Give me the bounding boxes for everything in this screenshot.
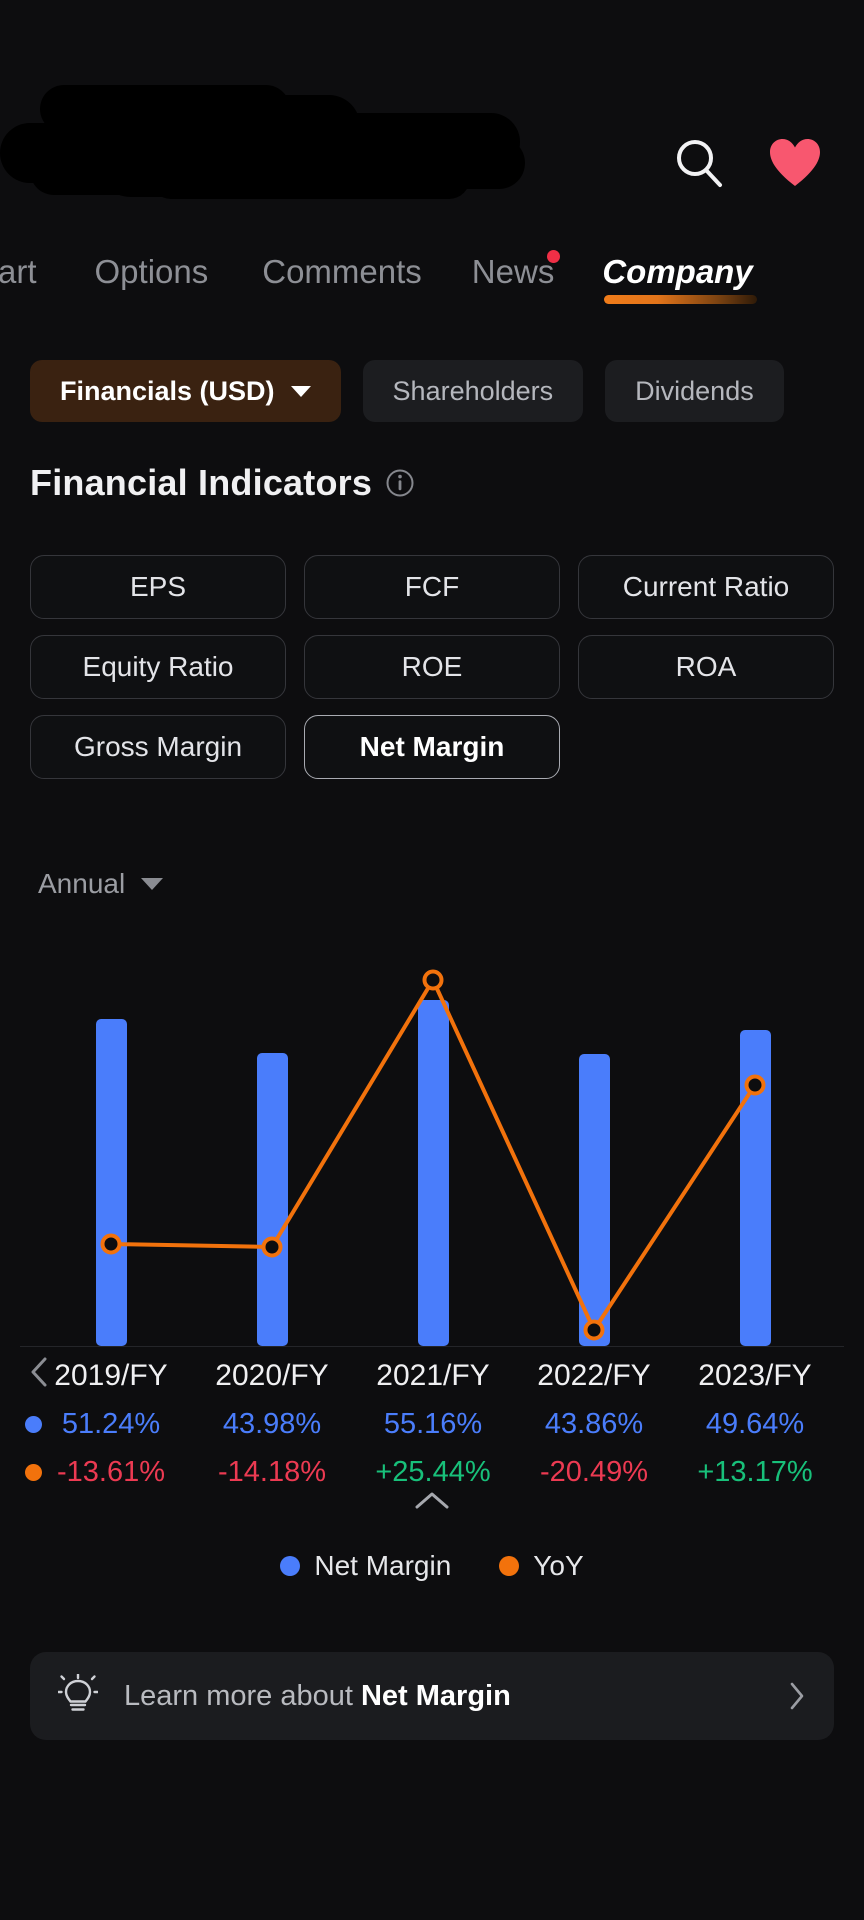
tab-options-label: Options bbox=[94, 253, 209, 290]
tab-chart[interactable]: art bbox=[0, 250, 37, 294]
tab-options[interactable]: Options bbox=[95, 250, 209, 294]
yoy-cell-2022: -20.49% bbox=[539, 1456, 648, 1488]
legend-item-net-margin[interactable]: Net Margin bbox=[280, 1550, 451, 1582]
indicator-roa[interactable]: ROA bbox=[578, 635, 834, 699]
learn-more-text: Learn more about Net Margin bbox=[124, 1680, 511, 1713]
net-margin-cell-2021: 55.16% bbox=[383, 1408, 483, 1440]
yoy-point-2020 bbox=[261, 1236, 283, 1258]
chart-canvas bbox=[96, 969, 771, 1346]
subtab-dividends[interactable]: Dividends bbox=[605, 360, 784, 422]
chart-baseline bbox=[20, 1346, 844, 1347]
indicator-equity-ratio-label: Equity Ratio bbox=[82, 651, 234, 682]
yoy-point-2019 bbox=[100, 1233, 122, 1255]
page-title: Financial Indicators bbox=[30, 462, 414, 504]
yoy-point-2023 bbox=[744, 1074, 766, 1096]
year-cell-2023: 2023/FY bbox=[698, 1359, 812, 1392]
lightbulb-icon bbox=[57, 1673, 99, 1718]
subtab-shareholders-label: Shareholders bbox=[392, 375, 554, 406]
bar-2022 bbox=[579, 1054, 610, 1346]
indicator-eps[interactable]: EPS bbox=[30, 555, 286, 619]
subtab-financials-label: Financials (USD) bbox=[60, 375, 275, 406]
learn-more-card[interactable]: Learn more about Net Margin bbox=[30, 1652, 834, 1740]
year-cell-2019: 2019/FY bbox=[54, 1359, 168, 1392]
net-margin-cell-2022: 43.86% bbox=[544, 1408, 644, 1440]
heart-icon[interactable] bbox=[768, 138, 822, 188]
table-row-yoy: -13.61% -14.18% +25.44% -20.49% +13.17% bbox=[0, 1448, 864, 1496]
net-margin-chart[interactable] bbox=[0, 940, 864, 1360]
indicator-gross-margin[interactable]: Gross Margin bbox=[30, 715, 286, 779]
chevron-up-icon[interactable] bbox=[414, 1490, 450, 1512]
indicator-gross-margin-label: Gross Margin bbox=[73, 731, 243, 762]
chevron-down-icon bbox=[141, 878, 164, 890]
indicator-current-ratio[interactable]: Current Ratio bbox=[578, 555, 834, 619]
table-row-net-margin: 51.24% 43.98% 55.16% 43.86% 49.64% bbox=[0, 1400, 864, 1448]
bar-2021 bbox=[418, 1000, 449, 1346]
yoy-cell-2020: -14.18% bbox=[217, 1456, 326, 1488]
subtab-dividends-label: Dividends bbox=[635, 375, 754, 406]
tab-comments[interactable]: Comments bbox=[262, 250, 422, 294]
yoy-point-2022 bbox=[583, 1319, 605, 1341]
learn-more-prefix: Learn more about bbox=[124, 1679, 361, 1712]
chart-data-table: 2019/FY 2020/FY 2021/FY 2022/FY 2023/FY … bbox=[0, 1352, 864, 1496]
indicator-net-margin[interactable]: Net Margin bbox=[304, 715, 560, 779]
tab-news[interactable]: News bbox=[471, 250, 561, 294]
yoy-cell-2021: +25.44% bbox=[375, 1456, 491, 1488]
tab-comments-label: Comments bbox=[262, 253, 422, 290]
indicator-roe[interactable]: ROE bbox=[304, 635, 560, 699]
bar-2020 bbox=[257, 1053, 288, 1346]
indicator-fcf-label: FCF bbox=[404, 571, 460, 602]
yoy-cell-2019: -13.61% bbox=[56, 1456, 165, 1488]
indicator-roe-label: ROE bbox=[401, 651, 463, 682]
indicator-net-margin-label: Net Margin bbox=[359, 731, 505, 762]
yoy-cell-2023: +13.17% bbox=[697, 1456, 813, 1488]
yoy-point-2021 bbox=[422, 969, 444, 991]
tab-news-label: News bbox=[471, 253, 555, 290]
chevron-right-icon[interactable] bbox=[788, 1681, 806, 1711]
chart-legend: Net Margin YoY bbox=[0, 1550, 864, 1582]
period-selector[interactable]: Annual bbox=[38, 868, 164, 900]
tab-company[interactable]: Company bbox=[602, 250, 757, 304]
table-row-years: 2019/FY 2020/FY 2021/FY 2022/FY 2023/FY bbox=[0, 1352, 864, 1400]
legend-swatch-yoy bbox=[499, 1556, 520, 1576]
indicator-current-ratio-label: Current Ratio bbox=[622, 571, 790, 602]
indicator-grid: EPS FCF Current Ratio Equity Ratio ROE R… bbox=[30, 555, 834, 779]
bar-2019 bbox=[96, 1019, 127, 1346]
section-title-text: Financial Indicators bbox=[30, 462, 373, 503]
year-cell-2020: 2020/FY bbox=[215, 1359, 329, 1392]
net-margin-cell-2023: 49.64% bbox=[705, 1408, 805, 1440]
tab-active-underline bbox=[604, 295, 757, 304]
net-margin-cell-2019: 51.24% bbox=[61, 1408, 161, 1440]
news-badge-dot bbox=[547, 250, 561, 263]
top-bar bbox=[0, 0, 864, 230]
legend-item-yoy[interactable]: YoY bbox=[499, 1550, 584, 1582]
tab-company-label: Company bbox=[602, 253, 753, 290]
net-margin-cell-2020: 43.98% bbox=[222, 1408, 322, 1440]
chart-bars bbox=[96, 1000, 771, 1346]
financial-subtab-bar: Financials (USD) Shareholders Dividends bbox=[30, 360, 784, 422]
main-tab-bar: art Options Comments News Company bbox=[0, 250, 864, 318]
tab-chart-label: art bbox=[0, 253, 37, 290]
chevron-down-icon bbox=[290, 385, 311, 397]
period-label: Annual bbox=[38, 868, 126, 899]
redacted-title-overlay bbox=[0, 85, 530, 199]
subtab-shareholders[interactable]: Shareholders bbox=[362, 360, 584, 422]
indicator-eps-label: EPS bbox=[129, 571, 187, 602]
search-icon[interactable] bbox=[670, 134, 728, 192]
legend-label-net-margin: Net Margin bbox=[314, 1550, 452, 1581]
legend-label-yoy: YoY bbox=[533, 1550, 584, 1581]
info-icon[interactable] bbox=[386, 469, 414, 497]
year-cell-2021: 2021/FY bbox=[376, 1359, 490, 1392]
indicator-fcf[interactable]: FCF bbox=[304, 555, 560, 619]
subtab-financials[interactable]: Financials (USD) bbox=[30, 360, 341, 422]
legend-swatch-net-margin bbox=[280, 1556, 301, 1576]
learn-more-term: Net Margin bbox=[360, 1679, 511, 1712]
year-cell-2022: 2022/FY bbox=[537, 1359, 651, 1392]
indicator-equity-ratio[interactable]: Equity Ratio bbox=[30, 635, 286, 699]
indicator-roa-label: ROA bbox=[675, 651, 737, 682]
